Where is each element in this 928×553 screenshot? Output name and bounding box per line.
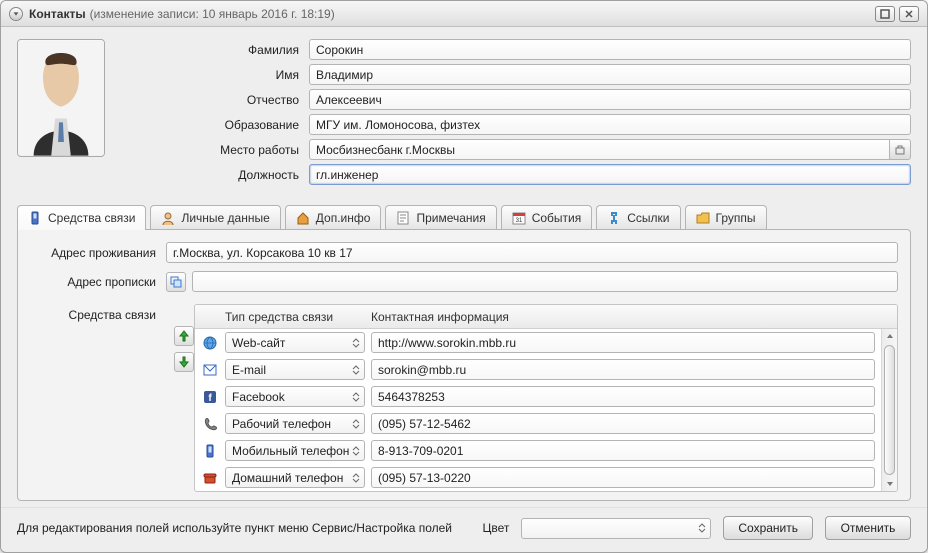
address-live-input[interactable] — [166, 242, 898, 263]
avatar[interactable] — [17, 39, 105, 157]
tab-panel-comms: Адрес проживания Адрес прописки Средства… — [17, 229, 911, 501]
contact-window: Контакты (изменение записи: 10 январь 20… — [0, 0, 928, 553]
comms-table: Тип средства связи Контактная информация… — [194, 304, 898, 492]
workplace-input[interactable] — [309, 139, 889, 160]
comm-value-input[interactable] — [371, 332, 875, 353]
move-down-button[interactable] — [174, 352, 194, 372]
comm-type-select[interactable]: E-mail — [225, 359, 365, 380]
home-icon — [296, 211, 310, 225]
comm-type-select[interactable]: Домашний телефон — [225, 467, 365, 488]
tab-events[interactable]: 31 События — [501, 205, 593, 229]
folder-icon — [696, 211, 710, 225]
tab-label: Доп.инфо — [316, 211, 371, 225]
tab-addinfo[interactable]: Доп.инфо — [285, 205, 382, 229]
window-menu-icon[interactable] — [9, 7, 23, 21]
titlebar: Контакты (изменение записи: 10 январь 20… — [1, 1, 927, 27]
education-input[interactable] — [309, 114, 911, 135]
move-up-button[interactable] — [174, 326, 194, 346]
footer: Для редактирования полей используйте пун… — [1, 507, 927, 552]
link-icon — [607, 211, 621, 225]
window-subtitle: (изменение записи: 10 январь 2016 г. 18:… — [90, 7, 335, 21]
scroll-down-icon[interactable] — [882, 477, 897, 491]
comm-value-input[interactable] — [371, 440, 875, 461]
name-input[interactable] — [309, 64, 911, 85]
comm-value-input[interactable] — [371, 467, 875, 488]
tab-label: Ссылки — [627, 211, 669, 225]
color-label: Цвет — [482, 521, 509, 535]
table-row: Web-сайт — [195, 329, 881, 356]
person-icon — [161, 211, 175, 225]
tab-personal[interactable]: Личные данные — [150, 205, 280, 229]
tab-label: Средства связи — [48, 211, 135, 225]
table-row: E-mail — [195, 356, 881, 383]
tab-label: Личные данные — [181, 211, 269, 225]
address-reg-label: Адрес прописки — [30, 275, 166, 289]
comm-value-input[interactable] — [371, 359, 875, 380]
envelope-icon — [201, 364, 219, 376]
table-row: Рабочий телефон — [195, 410, 881, 437]
surname-input[interactable] — [309, 39, 911, 60]
comms-section-label: Средства связи — [30, 304, 166, 492]
table-header: Тип средства связи Контактная информация — [195, 305, 897, 329]
address-live-label: Адрес проживания — [30, 246, 166, 260]
copy-address-button[interactable] — [166, 272, 186, 292]
tab-comms[interactable]: Средства связи — [17, 205, 146, 229]
globe-icon — [201, 336, 219, 350]
maximize-button[interactable] — [875, 6, 895, 22]
education-label: Образование — [129, 118, 309, 132]
comm-type-select[interactable]: Мобильный телефон — [225, 440, 365, 461]
table-scrollbar[interactable] — [881, 329, 897, 491]
note-icon — [396, 211, 410, 225]
phone-icon — [28, 211, 42, 225]
close-button[interactable] — [899, 6, 919, 22]
tab-groups[interactable]: Группы — [685, 205, 767, 229]
tab-label: События — [532, 211, 582, 225]
col-type: Тип средства связи — [225, 310, 371, 324]
calendar-icon: 31 — [512, 211, 526, 225]
position-input[interactable] — [309, 164, 911, 185]
patronymic-label: Отчество — [129, 93, 309, 107]
patronymic-input[interactable] — [309, 89, 911, 110]
workplace-label: Место работы — [129, 143, 309, 157]
workplace-lookup-button[interactable] — [889, 139, 911, 160]
mobile-icon — [201, 444, 219, 458]
cancel-button[interactable]: Отменить — [825, 516, 911, 540]
table-row: Домашний телефон — [195, 464, 881, 491]
window-title: Контакты — [29, 7, 86, 21]
facebook-icon: f — [201, 390, 219, 404]
comm-type-select[interactable]: Рабочий телефон — [225, 413, 365, 434]
tabbar: Средства связи Личные данные Доп.инфо Пр… — [17, 205, 911, 229]
tab-notes[interactable]: Примечания — [385, 205, 496, 229]
comm-type-select[interactable]: Web-сайт — [225, 332, 365, 353]
home-phone-icon — [201, 471, 219, 485]
table-row: f Facebook — [195, 383, 881, 410]
comm-value-input[interactable] — [371, 413, 875, 434]
color-select[interactable] — [521, 518, 711, 539]
scrollbar-thumb[interactable] — [884, 345, 895, 475]
name-label: Имя — [129, 68, 309, 82]
svg-text:31: 31 — [515, 218, 522, 224]
footer-hint: Для редактирования полей используйте пун… — [17, 521, 452, 535]
phone-icon — [201, 417, 219, 431]
scroll-up-icon[interactable] — [882, 329, 897, 343]
position-label: Должность — [129, 168, 309, 182]
tab-links[interactable]: Ссылки — [596, 205, 680, 229]
comm-type-select[interactable]: Facebook — [225, 386, 365, 407]
surname-label: Фамилия — [129, 43, 309, 57]
comm-value-input[interactable] — [371, 386, 875, 407]
table-row: Мобильный телефон — [195, 437, 881, 464]
tab-label: Группы — [716, 211, 756, 225]
tab-label: Примечания — [416, 211, 485, 225]
address-reg-input[interactable] — [192, 271, 898, 292]
save-button[interactable]: Сохранить — [723, 516, 813, 540]
col-info: Контактная информация — [371, 310, 897, 324]
